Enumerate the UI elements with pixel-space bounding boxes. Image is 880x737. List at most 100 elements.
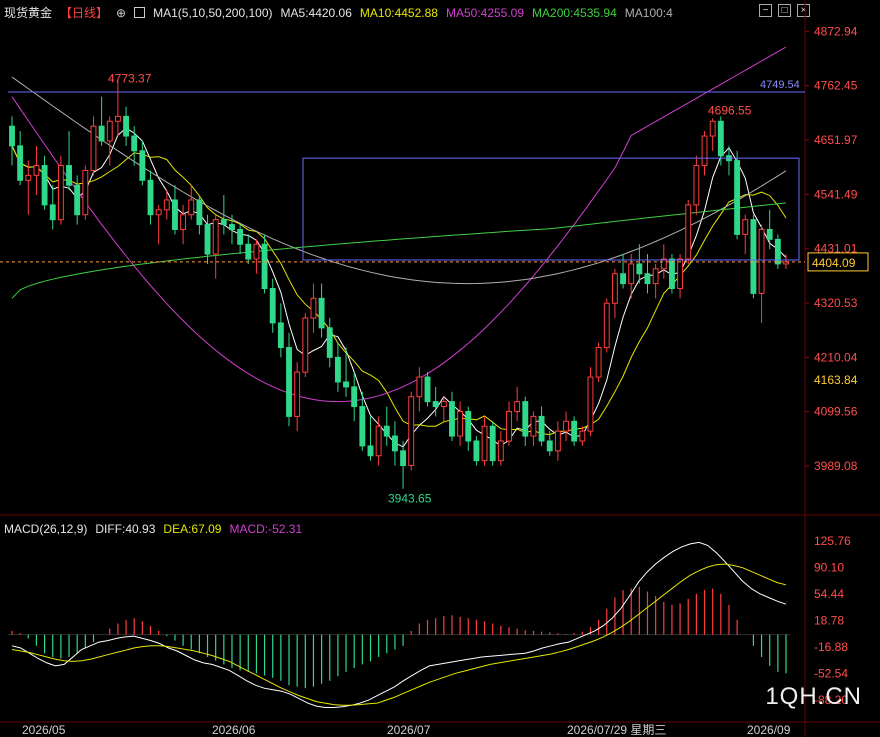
candle-body [220, 219, 227, 226]
candle-body [114, 115, 121, 122]
candle-body [579, 430, 586, 442]
candle-body [147, 179, 154, 216]
candle-body [123, 115, 130, 137]
candle-body [302, 317, 309, 373]
candle-body [408, 396, 415, 467]
macd-tick-label: 125.76 [814, 534, 851, 548]
candle-body [432, 401, 439, 408]
macd-diff-line [11, 541, 787, 708]
candle-body [286, 347, 292, 417]
candle-body [261, 243, 268, 290]
x-axis-label: 2026/07/29 星期三 [567, 723, 666, 737]
y-tick-label: 4651.97 [814, 133, 858, 147]
macd-tick-label: 54.44 [814, 587, 844, 601]
y-tick-label: 4320.53 [814, 296, 858, 310]
resistance-label: 4749.54 [760, 79, 800, 91]
candle-body [131, 135, 138, 152]
candle-body [766, 228, 773, 240]
y-tick-label: 4099.56 [814, 405, 858, 419]
candle-body [611, 273, 618, 304]
candle-body [163, 199, 170, 211]
candle-body [497, 440, 504, 462]
candle-body [188, 199, 195, 216]
candle-body [196, 199, 203, 226]
candle-body [277, 322, 284, 349]
candle-body [318, 297, 325, 329]
y-tick-label: 4210.04 [814, 350, 858, 364]
candle-body [603, 302, 610, 349]
candle-body [41, 165, 48, 206]
candle-body [375, 425, 382, 457]
y-tick-label: 3989.08 [814, 459, 858, 473]
candle-body [481, 425, 488, 462]
candle-body [717, 120, 724, 157]
candle-body [172, 199, 178, 230]
x-axis-label: 2026/07 [387, 723, 431, 737]
candle-body [98, 125, 105, 142]
ma100-line [11, 76, 787, 285]
candle-body [334, 356, 341, 383]
candle-body [530, 415, 537, 437]
candle-body [522, 401, 529, 437]
high-label-1: 4773.37 [108, 71, 152, 85]
candle-body [595, 347, 602, 378]
candle-body [571, 420, 578, 442]
candle-body [294, 371, 301, 417]
candle-body [546, 440, 553, 452]
candle-body [449, 401, 455, 437]
last-price-label: 4404.09 [812, 256, 856, 270]
candle-body [180, 214, 187, 230]
candle-body [489, 425, 496, 462]
candle-body [74, 184, 81, 216]
candle-body [416, 376, 423, 398]
candle-body [506, 410, 512, 442]
candle-body [391, 435, 398, 452]
candle-body [734, 160, 741, 235]
macd-tick-label: 90.10 [814, 561, 844, 575]
candle-body [685, 204, 692, 260]
candle-body [693, 165, 700, 206]
macd-tick-label: 18.78 [814, 614, 844, 628]
candle-body [400, 450, 407, 467]
candle-body [245, 243, 252, 260]
low-label: 3943.65 [388, 492, 432, 506]
y-tick-label: 4872.94 [814, 24, 858, 38]
candle-body [701, 135, 708, 167]
x-axis-label: 2026/05 [22, 723, 66, 737]
candle-body [139, 150, 146, 181]
high-label-2: 4696.55 [708, 103, 752, 117]
candle-body [465, 410, 472, 442]
candle-body [514, 401, 521, 412]
candle-body [82, 169, 89, 216]
candle-body [237, 228, 244, 245]
macd-tick-label: -52.54 [814, 667, 848, 681]
candle-body [668, 258, 675, 290]
candle-body [620, 273, 626, 285]
candle-body [106, 120, 113, 142]
candle-body [424, 376, 431, 403]
candle-body [269, 288, 276, 324]
candle-body [563, 420, 569, 432]
candle-body [473, 440, 480, 462]
candle-body [326, 327, 333, 358]
candlestick-chart[interactable]: 4872.944762.454651.974541.494431.014320.… [0, 0, 880, 737]
candle-body [644, 273, 651, 285]
candle-body [310, 297, 317, 319]
candle-body [9, 125, 15, 147]
candle-body [66, 165, 72, 186]
candle-body [750, 219, 757, 294]
candle-body [359, 406, 366, 447]
candle-body [17, 145, 24, 181]
candle-body [33, 165, 40, 176]
candle-body [351, 386, 358, 408]
candle-body [636, 263, 643, 275]
candle-body [554, 430, 561, 452]
candle-body [587, 376, 594, 432]
candle-body [229, 224, 235, 230]
candle-body [343, 381, 349, 388]
candle-body [677, 258, 684, 290]
ma10-line [11, 145, 787, 436]
candle-body [457, 410, 464, 437]
ma50-line [11, 46, 787, 403]
watermark-logo: 1QH.CN [765, 683, 862, 710]
